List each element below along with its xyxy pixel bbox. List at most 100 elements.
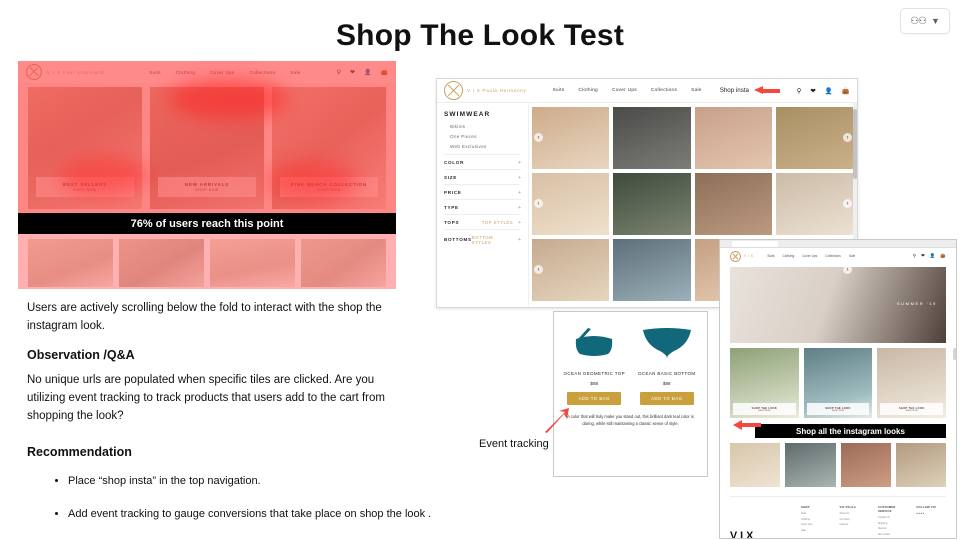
product-tile[interactable] [775,107,853,169]
insta-hero-image[interactable]: SUMMER '19 [730,267,946,343]
product-tile[interactable] [532,239,610,301]
footer-link[interactable]: Shipping [878,522,908,526]
insta-tile[interactable] [840,443,891,487]
product-tile[interactable] [694,173,772,235]
carousel-next-icon[interactable]: › [843,199,852,208]
insta-card-caption: SHOP THE LOOK SHOP NOW [806,403,870,415]
insta-card[interactable]: SHOP THE LOOK SHOP NOW [803,348,873,418]
heart-icon[interactable]: ❤ [921,253,925,259]
filter-type[interactable]: TYPE + [444,199,521,214]
footer-link[interactable]: Clothing [801,518,831,522]
carousel-prev-icon[interactable]: ‹ [534,199,543,208]
nav-link-cover-ups[interactable]: Cover Ups [802,254,817,258]
footer-link[interactable]: Sale [801,529,831,533]
footer-link[interactable]: About Us [840,512,870,516]
add-to-bag-button[interactable]: ADD TO BAG [639,392,694,405]
heatmap-screenshot: V I X Paul Andricardi Suits Clothing Cov… [18,61,396,289]
carousel-prev-icon[interactable]: ‹ [534,265,543,274]
filter-price[interactable]: PRICE + [444,184,521,199]
footer-link[interactable]: Size Guide [878,533,908,537]
product-tile[interactable] [613,107,691,169]
nav-link-cover-ups[interactable]: Cover Ups [612,88,637,93]
filter-tops[interactable]: TOPS TOP STYLES + [444,214,521,229]
nav-link-cover-ups[interactable]: Cover Ups [210,70,234,75]
newsletter-signup: V I X INSIDER Sign up to receive news ab… [730,505,792,538]
plus-icon[interactable]: + [518,190,521,196]
bag-icon[interactable]: 👜 [381,69,388,76]
insta-card-sub: SHOP NOW [831,409,845,412]
nav-link-sale[interactable]: Sale [849,254,855,258]
nav-link-sale[interactable]: Sale [691,88,702,93]
brand-name: V I X [744,254,754,258]
sidebar-category-one-pieces[interactable]: One Pieces [450,134,521,139]
browser-tabbar [720,240,956,248]
insta-tile[interactable] [730,443,781,487]
account-icon[interactable]: 👤 [825,87,833,95]
footer-link[interactable]: Careers [840,523,870,527]
plus-icon[interactable]: + [518,237,521,243]
filter-size[interactable]: SIZE + [444,169,521,184]
product-tile[interactable] [613,239,691,301]
carousel-next-icon[interactable]: › [843,265,852,274]
carousel-row: ‹ › [532,173,853,235]
social-icons[interactable]: ■ ■ ■ ■ [917,512,947,516]
insta-tile[interactable] [210,239,295,287]
shop-all-instagram-banner[interactable]: Shop all the instagram looks [755,424,946,438]
account-icon[interactable]: 👤 [364,69,371,76]
footer-link[interactable]: Contact Us [878,516,908,520]
sidebar-category-bikinis[interactable]: Bikinis [450,124,521,129]
bag-icon[interactable]: 👜 [940,253,946,259]
plus-icon[interactable]: + [518,175,521,181]
filter-color[interactable]: COLOR + [444,154,521,169]
account-icon[interactable]: 👤 [930,253,936,259]
plus-icon[interactable]: + [518,220,521,226]
insta-card[interactable]: SHOP THE LOOK SHOP NOW [877,348,947,418]
heart-icon[interactable]: ❤ [810,87,815,95]
insta-tile[interactable] [119,239,204,287]
heart-icon[interactable]: ❤ [350,69,355,76]
search-icon[interactable]: ⚲ [337,69,341,76]
nav-link-collections[interactable]: Collections [249,70,275,75]
nav-link-suits[interactable]: Suits [552,88,564,93]
scroll-handle[interactable] [953,348,956,360]
nav-link-suits[interactable]: Suits [149,70,161,75]
heat-glow [268,161,358,201]
nav-link-clothing[interactable]: Clothing [578,88,598,93]
product-tile[interactable] [694,107,772,169]
carousel-prev-icon[interactable]: ‹ [534,133,543,142]
list-item: Place “shop insta” in the top navigation… [68,473,460,490]
footer-link[interactable]: Suits [801,512,831,516]
nav-link-collections[interactable]: Collections [825,254,841,258]
search-icon[interactable]: ⚲ [913,253,916,259]
insta-tile[interactable] [895,443,946,487]
footer-link[interactable]: Returns [878,527,908,531]
insta-tile[interactable] [28,239,113,287]
search-icon[interactable]: ⚲ [797,87,802,95]
sidebar-category-web-exclusives[interactable]: Web Exclusives [450,144,521,149]
add-to-bag-button[interactable]: ADD TO BAG [567,392,622,405]
footer-link[interactable]: Cover Ups [801,523,831,527]
insta-tile[interactable] [301,239,386,287]
product-tile[interactable] [613,173,691,235]
observation-intro: Users are actively scrolling below the f… [27,302,382,332]
nav-link-clothing[interactable]: Clothing [783,254,795,258]
filter-bottoms[interactable]: BOTTOMS BOTTOM STYLES + [444,229,521,248]
product-tile[interactable] [775,173,853,235]
nav-link-shop-insta[interactable]: Shop insta [720,87,749,94]
insta-card[interactable]: SHOP THE LOOK SHOP NOW [730,348,799,418]
annotation-arrow-shop-insta [753,86,780,95]
instagram-page-screenshot: V I X Suits Clothing Cover Ups Collectio… [719,239,957,539]
nav-link-collections[interactable]: Collections [651,88,677,93]
product-tile[interactable] [532,173,610,235]
plp-nav-icons: ⚲ ❤ 👤 👜 [797,87,850,95]
nav-link-sale[interactable]: Sale [290,70,300,75]
bag-icon[interactable]: 👜 [842,87,850,95]
nav-link-clothing[interactable]: Clothing [176,70,195,75]
insta-tile[interactable] [785,443,836,487]
footer-link[interactable]: Our Story [840,518,870,522]
carousel-next-icon[interactable]: › [843,133,852,142]
nav-link-suits[interactable]: Suits [767,254,774,258]
product-tile[interactable] [532,107,610,169]
plus-icon[interactable]: + [518,205,521,211]
plus-icon[interactable]: + [518,160,521,166]
